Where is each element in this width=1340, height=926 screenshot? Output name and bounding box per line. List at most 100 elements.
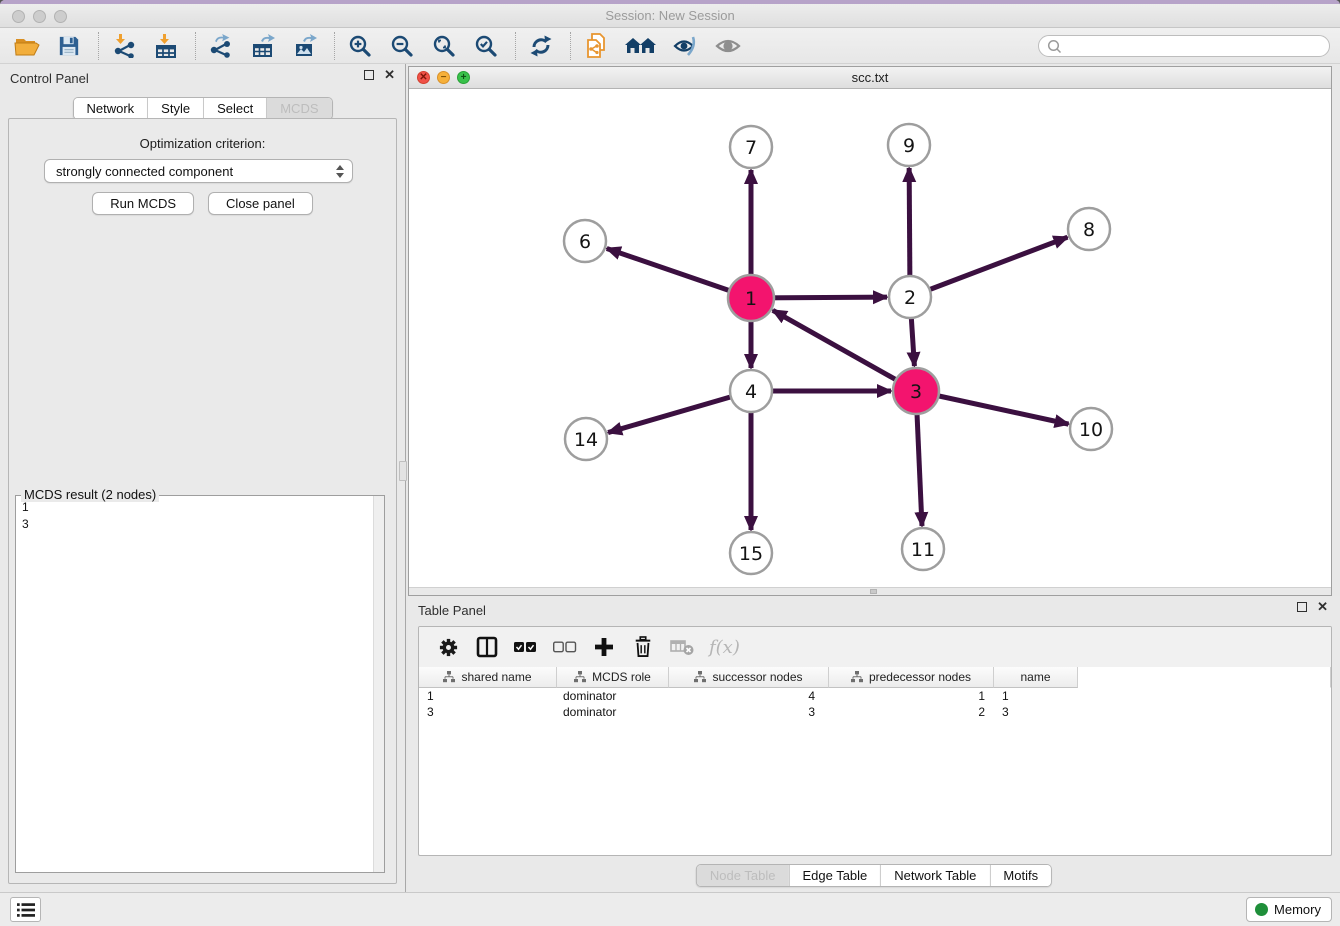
- search-field[interactable]: [1038, 35, 1330, 57]
- task-history-button[interactable]: [10, 897, 41, 922]
- graph-node-4[interactable]: 4: [730, 370, 772, 412]
- zoom-out-button[interactable]: [387, 32, 417, 60]
- clone-network-button[interactable]: [581, 32, 611, 60]
- graph-node-3[interactable]: 3: [893, 368, 939, 414]
- column-header-mcds-role[interactable]: MCDS role: [557, 667, 669, 688]
- column-header-name[interactable]: name: [994, 667, 1078, 688]
- network-canvas[interactable]: 7 9 6 8 1 2 4 3 14 10 15 11: [409, 89, 1331, 587]
- delete-column-button[interactable]: [631, 635, 655, 659]
- export-table-button[interactable]: [248, 32, 278, 60]
- graph-edge-3-1[interactable]: [773, 310, 916, 391]
- zoom-in-button[interactable]: [345, 32, 375, 60]
- tab-motifs[interactable]: Motifs: [989, 865, 1051, 886]
- add-column-button[interactable]: [592, 635, 616, 659]
- float-panel-icon[interactable]: [364, 70, 374, 80]
- graph-edge-2-8[interactable]: [910, 237, 1067, 297]
- hide-graphics-details-button[interactable]: [671, 32, 701, 60]
- home-icon: [624, 35, 658, 57]
- tab-network[interactable]: Network: [73, 98, 147, 119]
- graph-node-8[interactable]: 8: [1068, 208, 1110, 250]
- zoom-selected-button[interactable]: [471, 32, 501, 60]
- network-window-titlebar[interactable]: ✕ − + scc.txt: [409, 67, 1331, 89]
- graph-node-10[interactable]: 10: [1070, 408, 1112, 450]
- table-settings-button[interactable]: [436, 635, 460, 659]
- home-button[interactable]: [623, 32, 659, 60]
- column-header-shared-name[interactable]: shared name: [419, 667, 557, 688]
- graph-node-11[interactable]: 11: [902, 528, 944, 570]
- tab-edge-table[interactable]: Edge Table: [788, 865, 880, 886]
- select-all-button[interactable]: [514, 635, 538, 659]
- select-stepper-icon: [336, 165, 344, 178]
- network-window-title: scc.txt: [409, 70, 1331, 85]
- export-network-button[interactable]: [206, 32, 236, 60]
- application-window: Session: New Session: [0, 0, 1340, 926]
- criterion-select[interactable]: strongly connected component: [44, 159, 353, 183]
- status-bar: Memory: [0, 892, 1340, 926]
- graph-node-15[interactable]: 15: [730, 532, 772, 574]
- close-table-panel-icon[interactable]: ✕: [1317, 602, 1328, 612]
- network-graph[interactable]: 7 9 6 8 1 2 4 3 14 10 15 11: [409, 89, 1331, 589]
- zoom-in-icon: [348, 34, 372, 58]
- toolbar-separator: [334, 32, 335, 60]
- column-header-successor-nodes[interactable]: successor nodes: [669, 667, 829, 688]
- toolbar-separator: [195, 32, 196, 60]
- session-title: Session: New Session: [0, 8, 1340, 23]
- graph-node-7[interactable]: 7: [730, 126, 772, 168]
- eye-icon: [715, 36, 741, 56]
- save-session-button[interactable]: [54, 32, 84, 60]
- panel-splitter-grip[interactable]: [399, 461, 407, 481]
- titlebar: Session: New Session: [0, 4, 1340, 28]
- graph-node-label: 4: [745, 381, 757, 403]
- export-network-icon: [209, 34, 233, 58]
- import-table-button[interactable]: [151, 32, 181, 60]
- tab-node-table[interactable]: Node Table: [697, 865, 789, 886]
- toolbar-separator: [570, 32, 571, 60]
- run-mcds-button[interactable]: Run MCDS: [92, 192, 194, 215]
- column-type-icon: [443, 671, 455, 683]
- trash-icon: [633, 636, 653, 658]
- graph-node-label: 8: [1083, 219, 1095, 241]
- float-table-panel-icon[interactable]: [1297, 602, 1307, 612]
- table-row[interactable]: 3 dominator 3 2 3: [419, 704, 1331, 720]
- graph-node-1[interactable]: 1: [728, 275, 774, 321]
- control-panel: Control Panel ✕ Network Style Select MCD…: [0, 64, 406, 892]
- graph-node-9[interactable]: 9: [888, 124, 930, 166]
- task-list-icon: [17, 902, 35, 918]
- tab-select[interactable]: Select: [203, 98, 266, 119]
- refresh-button[interactable]: [526, 32, 556, 60]
- column-header-predecessor-nodes[interactable]: predecessor nodes: [829, 667, 994, 688]
- graph-node-label: 15: [739, 543, 763, 565]
- graph-node-2[interactable]: 2: [889, 276, 931, 318]
- table-panel: Table Panel ✕: [408, 596, 1340, 892]
- tab-network-table[interactable]: Network Table: [880, 865, 989, 886]
- table-row[interactable]: 1 dominator 4 1 1: [419, 688, 1331, 704]
- control-panel-header: Control Panel ✕: [0, 64, 405, 90]
- open-session-button[interactable]: [12, 32, 42, 60]
- columns-icon: [476, 636, 498, 658]
- search-input[interactable]: [1067, 39, 1329, 53]
- network-resize-grip[interactable]: [870, 589, 877, 594]
- tab-mcds[interactable]: MCDS: [266, 98, 331, 119]
- graph-node-label: 14: [574, 429, 598, 451]
- table-panel-header: Table Panel ✕: [408, 596, 1340, 622]
- table-panel-title: Table Panel: [418, 603, 486, 618]
- zoom-out-icon: [390, 34, 414, 58]
- zoom-fit-button[interactable]: [429, 32, 459, 60]
- graph-node-14[interactable]: 14: [565, 418, 607, 460]
- deselect-all-button[interactable]: [553, 635, 577, 659]
- export-image-button[interactable]: [290, 32, 320, 60]
- close-panel-button[interactable]: Close panel: [208, 192, 313, 215]
- graph-node-label: 10: [1079, 419, 1103, 441]
- control-panel-title: Control Panel: [10, 71, 89, 86]
- memory-button[interactable]: Memory: [1246, 897, 1332, 922]
- close-panel-icon[interactable]: ✕: [384, 70, 395, 80]
- tab-style[interactable]: Style: [147, 98, 203, 119]
- show-columns-button[interactable]: [475, 635, 499, 659]
- import-network-button[interactable]: [109, 32, 139, 60]
- delete-table-button-disabled: [670, 635, 694, 659]
- result-scrollbar[interactable]: [373, 496, 384, 872]
- graph-edge-4-14[interactable]: [608, 391, 751, 433]
- mcds-result-text[interactable]: 1 3: [22, 499, 370, 533]
- graph-node-6[interactable]: 6: [564, 220, 606, 262]
- show-graphics-details-button[interactable]: [713, 32, 743, 60]
